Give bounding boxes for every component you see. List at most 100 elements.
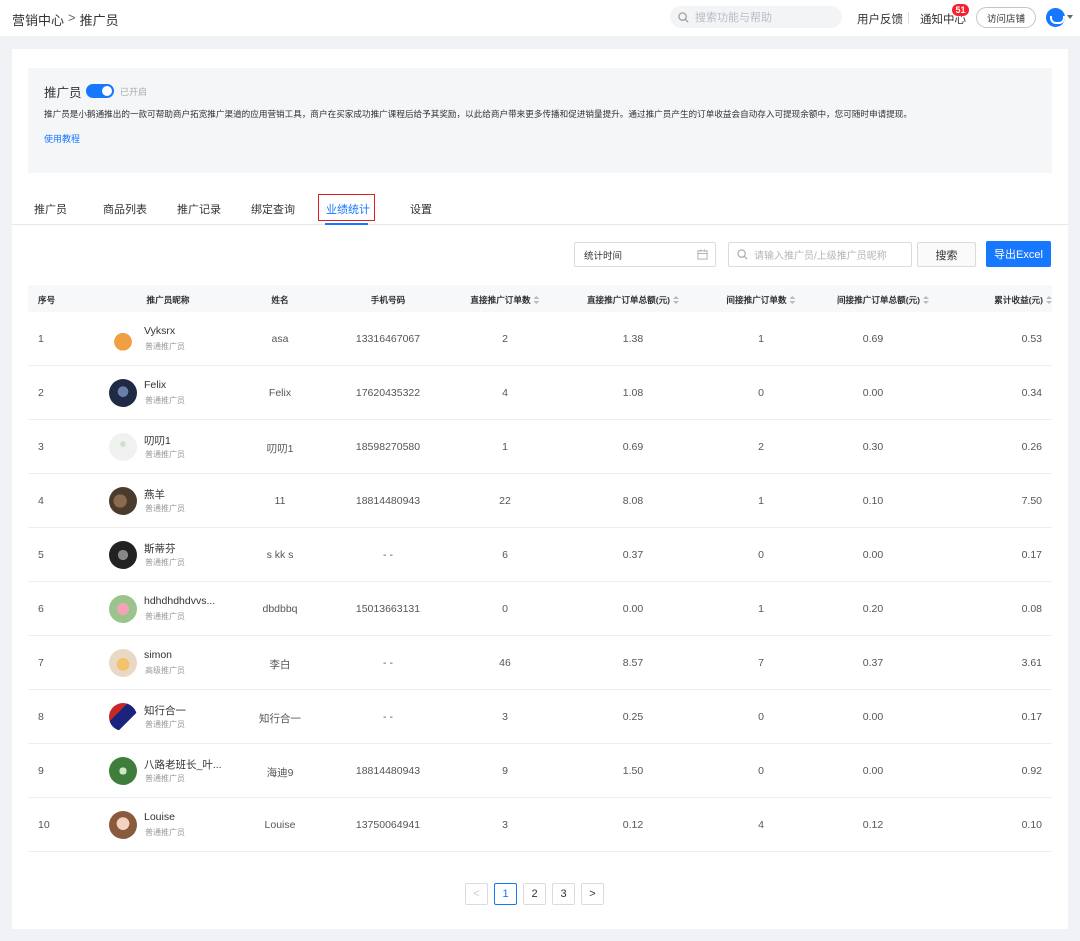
intro-panel: 推广员 已开启 推广员是小鹅通推出的一款可帮助商户拓宽推广渠道的应用营销工具，商… (28, 68, 1052, 173)
header-indirect-orders[interactable]: 间接推广订单数 (726, 294, 796, 306)
feedback-link[interactable]: 用户反馈 (857, 11, 903, 27)
page-3-button[interactable]: 3 (552, 883, 575, 905)
prev-page-button[interactable]: < (465, 883, 488, 905)
header-income[interactable]: 累计收益(元) (994, 294, 1052, 306)
cell-name: Louise (264, 819, 296, 831)
cell-phone: 17620435322 (355, 387, 421, 399)
cell-no: 2 (38, 387, 44, 399)
cell-indirect-orders: 1 (758, 333, 764, 345)
cell-phone: 13750064941 (355, 819, 421, 831)
cell-direct-orders: 0 (502, 603, 508, 615)
next-page-button[interactable]: > (581, 883, 604, 905)
tab-binding[interactable]: 绑定查询 (251, 201, 295, 217)
promoter-nickname: Felix (144, 379, 167, 391)
tab-records[interactable]: 推广记录 (177, 201, 221, 217)
cell-indirect-amount: 0.00 (862, 387, 884, 399)
cell-indirect-amount: 0.30 (862, 441, 884, 453)
group-photo-avatar (109, 487, 137, 515)
bw-photo-avatar (109, 541, 137, 569)
top-bar: 营销中心 > 推广员 搜索功能与帮助 用户反馈 通知中心 51 访问店铺 (0, 0, 1080, 36)
cell-indirect-amount: 0.69 (862, 333, 884, 345)
cell-phone: 18814480943 (355, 765, 421, 777)
cell-indirect-orders: 0 (758, 387, 764, 399)
header-indirect-amount[interactable]: 间接推广订单总额(元) (837, 294, 930, 306)
cell-indirect-orders: 4 (758, 819, 764, 831)
search-button[interactable]: 搜索 (917, 242, 976, 267)
cell-phone: 18814480943 (355, 495, 421, 507)
page-1-button[interactable]: 1 (494, 883, 517, 905)
cell-income: 0.34 (1021, 387, 1042, 399)
cell-indirect-orders: 0 (758, 711, 764, 723)
cell-direct-orders: 3 (502, 711, 508, 723)
table-row: 7 李白 - - 46 8.57 7 0.37 3.61 simon 高级推广员 (28, 636, 1052, 690)
sort-icon[interactable] (673, 296, 680, 305)
top-divider (908, 12, 909, 24)
cell-income: 0.17 (1021, 549, 1042, 561)
promoter-level: 普通推广员 (145, 720, 185, 729)
sort-icon[interactable] (789, 296, 796, 305)
chevron-down-icon[interactable] (1067, 15, 1073, 19)
page-2-button[interactable]: 2 (523, 883, 546, 905)
header-direct-orders[interactable]: 直接推广订单数 (470, 294, 540, 306)
date-placeholder: 统计时间 (584, 250, 623, 262)
cell-direct-amount: 1.08 (622, 387, 644, 399)
breadcrumb-root[interactable]: 营销中心 (12, 10, 64, 29)
cell-indirect-amount: 0.00 (862, 549, 884, 561)
promoter-level: 普通推广员 (145, 774, 185, 783)
cell-no: 3 (38, 441, 44, 453)
cell-direct-orders: 6 (502, 549, 508, 561)
help-link[interactable]: 使用教程 (44, 132, 80, 145)
cell-direct-amount: 8.57 (622, 657, 644, 669)
cell-income: 3.61 (1021, 657, 1042, 669)
tab-promoters[interactable]: 推广员 (34, 201, 67, 217)
tab-products[interactable]: 商品列表 (103, 201, 147, 217)
search-icon (678, 11, 689, 23)
promoter-search-input[interactable]: 请输入推广员/上级推广员昵称 (728, 242, 912, 267)
cell-indirect-orders: 2 (758, 441, 764, 453)
visit-store-button[interactable]: 访问店铺 (976, 7, 1036, 28)
cell-no: 4 (38, 495, 44, 507)
table-row: 2 Felix 17620435322 4 1.08 0 0.00 0.34 Felix 普通推广… (28, 366, 1052, 420)
cell-direct-orders: 3 (502, 819, 508, 831)
promoter-nickname: 知行合一 (144, 705, 186, 717)
pagination: < 1 2 3 > (465, 883, 604, 905)
table-row: 10 Louise 13750064941 3 0.12 4 0.12 0.10 Louise 普… (28, 798, 1052, 852)
global-search-input[interactable]: 搜索功能与帮助 (670, 6, 842, 28)
cell-no: 10 (38, 819, 50, 831)
light-avatar (109, 433, 137, 461)
main-card: 推广员 已开启 推广员是小鹅通推出的一款可帮助商户拓宽推广渠道的应用营销工具，商… (12, 49, 1068, 929)
promoter-nickname: 燕羊 (144, 489, 165, 501)
promoter-toggle[interactable] (86, 84, 114, 98)
header-direct-amount[interactable]: 直接推广订单总额(元) (587, 294, 680, 306)
cell-indirect-amount: 0.37 (862, 657, 884, 669)
sort-icon[interactable] (923, 296, 930, 305)
cell-direct-amount: 8.08 (622, 495, 644, 507)
performance-table: 序号 推广员昵称 姓名 手机号码 直接推广订单数 直接推广订单总额(元) 间接推… (28, 285, 1052, 852)
sort-icon[interactable] (1046, 296, 1052, 305)
promoter-level: 普通推广员 (145, 450, 185, 459)
cell-direct-orders: 46 (499, 657, 511, 669)
calendar-icon (697, 249, 708, 260)
date-range-picker[interactable]: 统计时间 (574, 242, 716, 267)
cell-income: 0.53 (1021, 333, 1042, 345)
cell-indirect-amount: 0.00 (862, 765, 884, 777)
cell-indirect-amount: 0.00 (862, 711, 884, 723)
breadcrumb-separator: > (68, 10, 76, 25)
cell-indirect-orders: 7 (758, 657, 764, 669)
cell-indirect-orders: 1 (758, 603, 764, 615)
table-body: 1 asa 13316467067 2 1.38 1 0.69 0.53 Vyksrx 普通推广员… (28, 312, 1052, 852)
cell-direct-orders: 9 (502, 765, 508, 777)
cell-name: 叨叨1 (266, 443, 294, 455)
promoter-nickname: 八路老班长_叶... (144, 759, 222, 771)
cell-phone: 15013663131 (355, 603, 421, 615)
export-excel-button[interactable]: 导出Excel (986, 241, 1051, 267)
cell-indirect-amount: 0.20 (862, 603, 884, 615)
cell-phone: 18598270580 (355, 441, 421, 453)
user-avatar[interactable] (1046, 8, 1065, 27)
tab-settings[interactable]: 设置 (410, 201, 432, 217)
sort-icon[interactable] (533, 296, 540, 305)
cell-phone: - - (383, 657, 393, 669)
tab-highlight-box (318, 194, 375, 221)
header-nickname: 推广员昵称 (146, 295, 190, 305)
breadcrumb: 营销中心 > 推广员 (12, 10, 119, 29)
